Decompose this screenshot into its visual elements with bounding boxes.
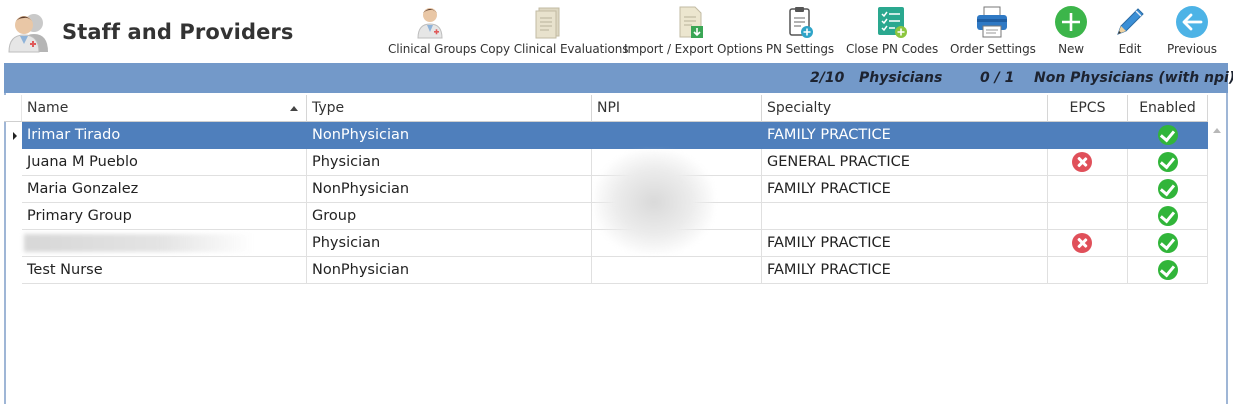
cell-enabled xyxy=(1128,149,1208,176)
previous-button[interactable]: Previous xyxy=(1166,4,1218,60)
cell-enabled xyxy=(1128,257,1208,284)
staff-providers-logo-icon xyxy=(8,14,48,53)
cell-type: Physician xyxy=(307,149,592,176)
cell-enabled xyxy=(1128,122,1208,149)
order-settings-label: Order Settings xyxy=(950,42,1036,56)
cell-epcs xyxy=(1048,149,1128,176)
copy-clinical-evaluations-label: Copy Clinical Evaluations xyxy=(480,42,629,56)
scroll-up-arrow-icon[interactable] xyxy=(1210,123,1224,137)
cell-specialty: FAMILY PRACTICE xyxy=(762,122,1048,149)
column-header-name[interactable]: Name xyxy=(22,95,307,122)
import-export-icon xyxy=(679,6,703,38)
page-title: Staff and Providers xyxy=(62,20,294,44)
column-header-type[interactable]: Type xyxy=(307,95,592,122)
edit-label: Edit xyxy=(1118,42,1142,56)
column-header-npi[interactable]: NPI xyxy=(592,95,762,122)
cell-npi xyxy=(592,257,762,284)
checklist-icon xyxy=(878,7,907,38)
cell-type: NonPhysician xyxy=(307,257,592,284)
cell-type: Group xyxy=(307,203,592,230)
cell-epcs xyxy=(1048,176,1128,203)
sort-ascending-icon xyxy=(290,106,298,111)
cell-specialty: GENERAL PRACTICE xyxy=(762,149,1048,176)
cell-name: Irimar Tirado xyxy=(22,122,307,149)
cell-enabled xyxy=(1128,176,1208,203)
new-button[interactable]: New xyxy=(1050,4,1092,60)
pn-settings-label: PN Settings xyxy=(765,42,835,56)
enabled-check-icon xyxy=(1158,260,1178,280)
clipboard-settings-icon xyxy=(789,7,813,38)
new-label: New xyxy=(1058,42,1084,56)
epcs-error-icon xyxy=(1072,233,1092,253)
column-header-epcs[interactable]: EPCS xyxy=(1048,95,1128,122)
cell-npi xyxy=(592,122,762,149)
column-name-label: Name xyxy=(27,100,69,116)
row-header-corner xyxy=(4,95,22,122)
column-header-enabled[interactable]: Enabled xyxy=(1128,95,1208,122)
cell-epcs xyxy=(1048,230,1128,257)
previous-label: Previous xyxy=(1167,42,1217,56)
cell-specialty: FAMILY PRACTICE xyxy=(762,257,1048,284)
physicians-label: Physicians xyxy=(859,70,943,86)
pencil-icon xyxy=(1117,8,1144,35)
cell-name: Juana M Pueblo xyxy=(22,149,307,176)
enabled-check-icon xyxy=(1158,206,1178,226)
cell-enabled xyxy=(1128,203,1208,230)
redacted-provider-name xyxy=(24,234,254,252)
current-row-indicator-icon xyxy=(13,132,17,140)
clinical-groups-button[interactable]: Clinical Groups xyxy=(388,4,477,60)
provider-summary-bar: 2/10 Physicians 0 / 1 Non Physicians (wi… xyxy=(4,63,1233,93)
import-export-options-button[interactable]: Import / Export Options xyxy=(624,4,763,60)
document-copy-icon xyxy=(535,7,560,39)
import-export-options-label: Import / Export Options xyxy=(624,42,763,56)
cell-epcs xyxy=(1048,122,1128,149)
clinical-groups-label: Clinical Groups xyxy=(388,42,477,56)
enabled-check-icon xyxy=(1158,152,1178,172)
cell-type: NonPhysician xyxy=(307,122,592,149)
redacted-npi-values xyxy=(594,150,714,254)
pn-settings-button[interactable]: PN Settings xyxy=(765,4,835,60)
close-pn-codes-button[interactable]: Close PN Codes xyxy=(846,4,938,60)
table-row[interactable]: Irimar Tirado NonPhysician FAMILY PRACTI… xyxy=(4,122,1210,149)
cell-enabled xyxy=(1128,230,1208,257)
cell-name: Test Nurse xyxy=(22,257,307,284)
order-settings-button[interactable]: Order Settings xyxy=(950,4,1036,60)
enabled-check-icon xyxy=(1158,179,1178,199)
cell-specialty xyxy=(762,203,1048,230)
cell-name: Primary Group xyxy=(22,203,307,230)
enabled-check-icon xyxy=(1158,233,1178,253)
column-header-specialty[interactable]: Specialty xyxy=(762,95,1048,122)
physicians-count: 2/10 xyxy=(810,70,845,86)
edit-button[interactable]: Edit xyxy=(1110,4,1150,60)
header-bar: Staff and Providers Clinical Groups Copy… xyxy=(0,0,1233,62)
cell-type: Physician xyxy=(307,230,592,257)
cell-name: Maria Gonzalez xyxy=(22,176,307,203)
cell-epcs xyxy=(1048,257,1128,284)
close-pn-codes-label: Close PN Codes xyxy=(846,42,939,56)
non-physicians-label: Non Physicians (with npi) xyxy=(1034,70,1233,86)
epcs-error-icon xyxy=(1072,152,1092,172)
cell-epcs xyxy=(1048,203,1128,230)
table-row[interactable]: Test Nurse NonPhysician FAMILY PRACTICE xyxy=(4,257,1210,284)
cell-specialty: FAMILY PRACTICE xyxy=(762,230,1048,257)
cell-specialty: FAMILY PRACTICE xyxy=(762,176,1048,203)
copy-clinical-evaluations-button[interactable]: Copy Clinical Evaluations xyxy=(480,4,629,60)
non-physicians-count: 0 / 1 xyxy=(980,70,1015,86)
plus-circle-icon xyxy=(1055,6,1087,38)
clinical-groups-icon xyxy=(417,8,443,39)
cell-type: NonPhysician xyxy=(307,176,592,203)
printer-icon xyxy=(977,6,1007,38)
arrow-left-circle-icon xyxy=(1176,6,1208,38)
enabled-check-icon xyxy=(1158,125,1178,145)
